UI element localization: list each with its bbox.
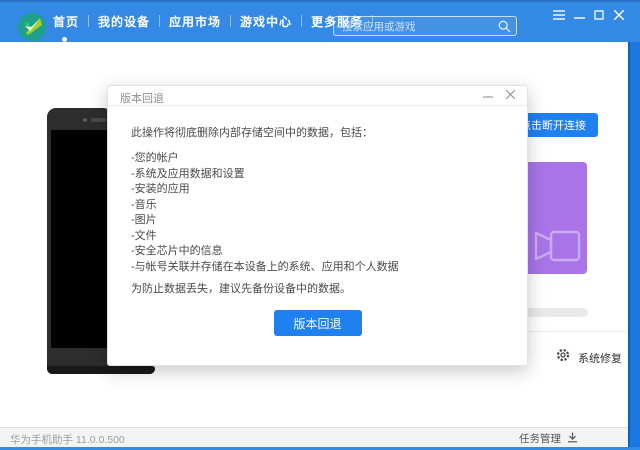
background-window-right-strip [628,42,640,450]
list-item: -文件 [131,229,504,245]
dialog-close-icon[interactable] [504,88,517,101]
status-bar: 华为手机助手 11.0.0.500 任务管理 [0,427,628,447]
task-manager-label: 任务管理 [519,431,561,446]
nav-my-device[interactable]: 我的设备 [98,13,150,30]
phone-screen [51,130,112,348]
download-icon [567,432,578,446]
nav-game-center[interactable]: 游戏中心 [240,13,292,30]
dialog-note-text: 为防止数据丢失，建议先备份设备中的数据。 [131,282,504,296]
task-manager-action[interactable]: 任务管理 [519,431,578,446]
nav-app-market[interactable]: 应用市场 [169,13,221,30]
gear-icon [556,348,570,367]
dialog-data-list: -您的帐户 -系统及应用数据和设置 -安装的应用 -音乐 -图片 -文件 -安全… [131,151,504,275]
version-rollback-button[interactable]: 版本回退 [274,310,362,336]
phone-camera-dot [83,118,87,122]
app-window: 首页 我的设备 应用市场 游戏中心 更多服务 [0,0,640,450]
nav-separator [88,15,89,27]
nav-separator [159,15,160,27]
close-icon[interactable] [613,9,625,21]
dialog-title: 版本回退 [120,90,164,106]
list-item: -您的帐户 [131,151,504,167]
window-controls [553,9,625,21]
list-item: -音乐 [131,198,504,214]
top-navigation-bar: 首页 我的设备 应用市场 游戏中心 更多服务 [0,0,640,42]
search-icon[interactable] [498,20,511,38]
dialog-controls [481,88,517,101]
system-repair-label: 系统修复 [578,350,622,366]
dialog-minimize-icon[interactable] [481,88,494,101]
hisuite-logo-icon [18,13,46,41]
search-input[interactable] [340,17,494,37]
system-repair-action[interactable]: 系统修复 [556,348,622,367]
version-rollback-dialog: 版本回退 此操作将彻底删除内部存储空间中的数据，包括： -您的帐户 -系统及应用… [107,85,528,366]
menu-icon[interactable] [553,9,565,21]
maximize-icon[interactable] [593,9,605,21]
nav-separator [301,15,302,27]
dialog-body: 此操作将彻底删除内部存储空间中的数据，包括： -您的帐户 -系统及应用数据和设置… [108,106,527,336]
minimize-icon[interactable] [573,9,585,21]
nav-separator [230,15,231,27]
dialog-intro-text: 此操作将彻底删除内部存储空间中的数据，包括： [131,126,504,140]
list-item: -系统及应用数据和设置 [131,167,504,183]
app-version-text: 华为手机助手 11.0.0.500 [10,432,125,447]
list-item: -安装的应用 [131,182,504,198]
nav-home[interactable]: 首页 [53,13,79,30]
list-item: -图片 [131,213,504,229]
dialog-titlebar: 版本回退 [108,86,527,106]
list-item: -安全芯片中的信息 [131,244,504,260]
phone-image [47,108,112,374]
list-item: -与帐号关联并存储在本设备上的系统、应用和个人数据 [131,260,504,276]
phone-bottom-edge [47,366,155,374]
phone-speaker-slit [91,118,106,122]
search-box [333,16,517,36]
